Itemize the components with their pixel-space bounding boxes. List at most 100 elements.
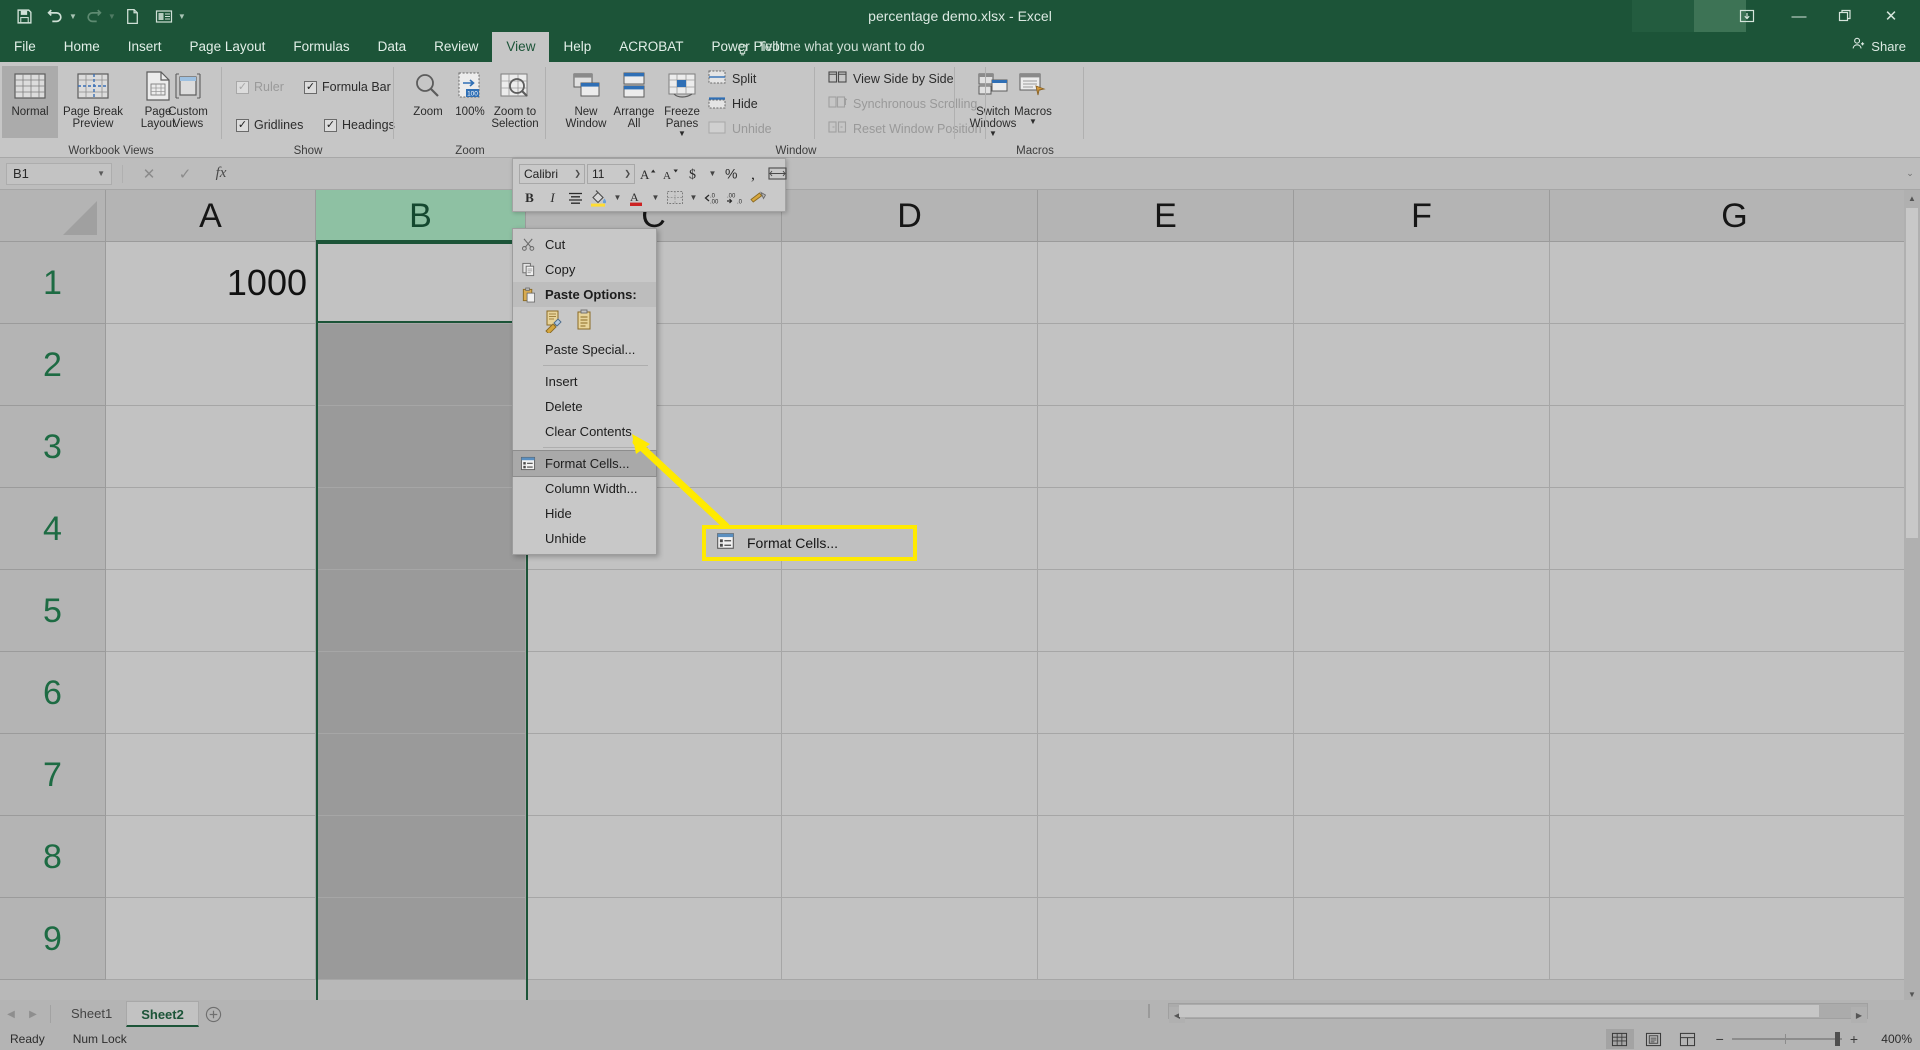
page-break-preview-status-button[interactable] xyxy=(1674,1029,1702,1049)
cell-b5[interactable] xyxy=(316,570,526,652)
context-menu-item-copy[interactable]: Copy xyxy=(513,257,656,282)
vertical-scrollbar[interactable]: ▲ ▼ xyxy=(1904,190,1920,1002)
cell-d8[interactable] xyxy=(782,816,1038,898)
cell-e1[interactable] xyxy=(1038,242,1294,324)
cell-g7[interactable] xyxy=(1550,734,1920,816)
fill-color-icon[interactable] xyxy=(588,187,609,208)
row-header-7[interactable]: 7 xyxy=(0,734,106,816)
cell-e8[interactable] xyxy=(1038,816,1294,898)
cell-g3[interactable] xyxy=(1550,406,1920,488)
cell-a5[interactable] xyxy=(106,570,316,652)
cell-b9[interactable] xyxy=(316,898,526,980)
cell-a1[interactable]: 1000 xyxy=(106,242,316,324)
context-menu-item-insert[interactable]: Insert xyxy=(513,369,656,394)
cell-c8[interactable] xyxy=(526,816,782,898)
context-menu-item-cut[interactable]: Cut xyxy=(513,232,656,257)
cell-d7[interactable] xyxy=(782,734,1038,816)
column-header-a[interactable]: A xyxy=(106,190,316,242)
cell-f7[interactable] xyxy=(1294,734,1550,816)
cell-g1[interactable] xyxy=(1550,242,1920,324)
font-name-dropdown-icon[interactable]: ❯ xyxy=(574,169,584,178)
cell-c9[interactable] xyxy=(526,898,782,980)
cell-d5[interactable] xyxy=(782,570,1038,652)
macros-dropdown-icon[interactable]: ▼ xyxy=(1029,118,1037,126)
column-header-f[interactable]: F xyxy=(1294,190,1550,242)
cell-c5[interactable] xyxy=(526,570,782,652)
scroll-up-arrow-icon[interactable]: ▲ xyxy=(1904,190,1920,206)
cell-d3[interactable] xyxy=(782,406,1038,488)
vertical-scroll-thumb[interactable] xyxy=(1906,208,1918,538)
cell-g9[interactable] xyxy=(1550,898,1920,980)
tell-me-box[interactable]: Tell me what you want to do xyxy=(735,32,925,62)
cell-f4[interactable] xyxy=(1294,488,1550,570)
normal-view-button[interactable]: Normal xyxy=(2,66,58,138)
row-header-3[interactable]: 3 xyxy=(0,406,106,488)
split-button[interactable]: Split xyxy=(708,70,756,87)
accounting-number-format-icon[interactable]: $ xyxy=(683,163,704,184)
close-button[interactable]: ✕ xyxy=(1868,0,1914,32)
horizontal-scroll-thumb[interactable] xyxy=(1179,1005,1819,1017)
column-header-g[interactable]: G xyxy=(1550,190,1920,242)
horizontal-scrollbar[interactable]: ◀ ▶ xyxy=(1168,1003,1868,1023)
view-side-by-side-button[interactable]: View Side by Side xyxy=(828,70,954,87)
cell-b8[interactable] xyxy=(316,816,526,898)
tab-formulas[interactable]: Formulas xyxy=(279,32,363,62)
column-header-b[interactable]: B xyxy=(316,190,526,242)
cell-b6[interactable] xyxy=(316,652,526,734)
cancel-formula-icon[interactable]: ✕ xyxy=(131,161,167,187)
cell-a3[interactable] xyxy=(106,406,316,488)
tab-insert[interactable]: Insert xyxy=(114,32,176,62)
cell-g4[interactable] xyxy=(1550,488,1920,570)
headings-checkbox-icon[interactable]: ✓ xyxy=(324,118,337,132)
row-header-2[interactable]: 2 xyxy=(0,324,106,406)
context-menu-item-delete[interactable]: Delete xyxy=(513,394,656,419)
row-header-6[interactable]: 6 xyxy=(0,652,106,734)
cell-g6[interactable] xyxy=(1550,652,1920,734)
cell-b7[interactable] xyxy=(316,734,526,816)
add-sheet-icon[interactable] xyxy=(199,1000,229,1028)
insert-function-icon[interactable]: fx xyxy=(203,161,239,187)
zoom-in-button[interactable]: + xyxy=(1850,1031,1858,1047)
cell-b1[interactable] xyxy=(316,242,526,324)
paste-values-icon[interactable] xyxy=(573,309,595,333)
gridlines-checkbox-icon[interactable]: ✓ xyxy=(236,118,249,132)
paste-formatting-icon[interactable] xyxy=(543,309,565,335)
column-header-d[interactable]: D xyxy=(782,190,1038,242)
sheet-tab-sheet2[interactable]: Sheet2 xyxy=(126,1001,199,1027)
share-button[interactable]: Share xyxy=(1851,32,1906,62)
worksheet-grid[interactable]: A B C D E F G 1 2 3 4 5 6 7 8 9 1000 xyxy=(0,190,1920,1000)
cell-d2[interactable] xyxy=(782,324,1038,406)
formula-input[interactable] xyxy=(239,161,1900,186)
tab-acrobat[interactable]: ACROBAT xyxy=(605,32,697,62)
borders-dropdown-icon[interactable]: ▼ xyxy=(687,187,700,208)
center-align-icon[interactable] xyxy=(565,187,586,208)
increase-font-size-icon[interactable]: A xyxy=(637,163,658,184)
font-name-box[interactable]: Calibri ❯ xyxy=(519,163,585,184)
cell-a4[interactable] xyxy=(106,488,316,570)
cell-c7[interactable] xyxy=(526,734,782,816)
page-layout-view-status-button[interactable] xyxy=(1640,1029,1668,1049)
cell-e2[interactable] xyxy=(1038,324,1294,406)
italic-icon[interactable]: I xyxy=(542,187,563,208)
cell-e6[interactable] xyxy=(1038,652,1294,734)
merge-and-center-icon[interactable] xyxy=(767,163,788,184)
checkbox-formula-bar[interactable]: ✓ Formula Bar xyxy=(304,80,391,94)
freeze-panes-button[interactable]: Freeze Panes ▼ xyxy=(654,66,710,138)
cell-e4[interactable] xyxy=(1038,488,1294,570)
hide-window-button[interactable]: Hide xyxy=(708,95,758,112)
restore-button[interactable] xyxy=(1822,0,1868,32)
tab-page-layout[interactable]: Page Layout xyxy=(176,32,280,62)
cell-e7[interactable] xyxy=(1038,734,1294,816)
row-header-1[interactable]: 1 xyxy=(0,242,106,324)
borders-icon[interactable] xyxy=(664,187,685,208)
cell-f3[interactable] xyxy=(1294,406,1550,488)
cell-e9[interactable] xyxy=(1038,898,1294,980)
tab-help[interactable]: Help xyxy=(549,32,605,62)
tab-view[interactable]: View xyxy=(492,32,550,62)
zoom-slider[interactable]: − + xyxy=(1708,1031,1866,1047)
name-box-dropdown-icon[interactable]: ▼ xyxy=(97,169,105,178)
tab-data[interactable]: Data xyxy=(364,32,421,62)
cell-f8[interactable] xyxy=(1294,816,1550,898)
cell-a6[interactable] xyxy=(106,652,316,734)
column-header-e[interactable]: E xyxy=(1038,190,1294,242)
